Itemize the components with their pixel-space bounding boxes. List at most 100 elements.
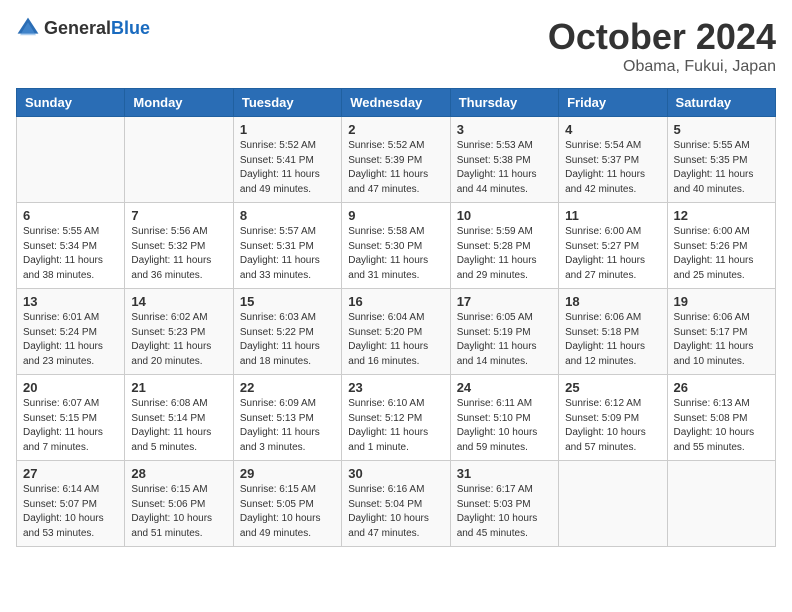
calendar-cell: 29Sunrise: 6:15 AM Sunset: 5:05 PM Dayli… (233, 461, 341, 547)
day-content: Sunrise: 5:52 AM Sunset: 5:39 PM Dayligh… (348, 139, 443, 197)
day-number: 7 (131, 208, 226, 223)
calendar-cell: 23 Sunrise: 6:10 AM Sunset: 5:12 PM Dayli… (342, 375, 450, 461)
day-number: 21 (131, 380, 226, 395)
day-number: 8 (240, 208, 335, 223)
day-number: 28 (131, 466, 226, 481)
day-number: 27 (23, 466, 118, 481)
calendar-cell: 28 Sunrise: 6:15 AM Sunset: 5:06 PM Dayli… (125, 461, 233, 547)
day-number: 13 (23, 294, 118, 309)
calendar-cell: 4Sunrise: 5:54 AM Sunset: 5:37 PM Daylig… (559, 117, 667, 203)
calendar-table: SundayMondayTuesdayWednesdayThursdayFrid… (16, 88, 776, 547)
calendar-cell: 31 Sunrise: 6:17 AM Sunset: 5:03 PM Dayli… (450, 461, 558, 547)
weekday-saturday: Saturday (667, 89, 775, 117)
weekday-sunday: Sunday (17, 89, 125, 117)
day-content: Sunrise: 6:12 AM Sunset: 5:09 PM Dayligh… (565, 397, 660, 455)
day-content: Sunrise: 6:10 AM Sunset: 5:12 PM Dayligh… (348, 397, 443, 455)
calendar-cell (125, 117, 233, 203)
day-content: Sunrise: 6:00 AM Sunset: 5:27 PM Dayligh… (565, 225, 660, 283)
day-number: 29 (240, 466, 335, 481)
calendar-cell: 22 Sunrise: 6:09 AM Sunset: 5:13 PM Dayli… (233, 375, 341, 461)
calendar-cell: 3 Sunrise: 5:53 AM Sunset: 5:38 PM Daylig… (450, 117, 558, 203)
calendar-cell: 13Sunrise: 6:01 AM Sunset: 5:24 PM Dayli… (17, 289, 125, 375)
day-number: 30 (348, 466, 443, 481)
day-content: Sunrise: 6:02 AM Sunset: 5:23 PM Dayligh… (131, 311, 226, 369)
day-number: 9 (348, 208, 443, 223)
weekday-friday: Friday (559, 89, 667, 117)
page-header: GeneralBlue October 2024 Obama, Fukui, J… (16, 16, 776, 76)
day-number: 3 (457, 122, 552, 137)
day-content: Sunrise: 6:09 AM Sunset: 5:13 PM Dayligh… (240, 397, 335, 455)
title-block: October 2024 Obama, Fukui, Japan (548, 16, 776, 76)
day-number: 11 (565, 208, 660, 223)
day-content: Sunrise: 6:00 AM Sunset: 5:26 PM Dayligh… (674, 225, 769, 283)
day-content: Sunrise: 6:13 AM Sunset: 5:08 PM Dayligh… (674, 397, 769, 455)
day-number: 22 (240, 380, 335, 395)
calendar-cell: 15Sunrise: 6:03 AM Sunset: 5:22 PM Dayli… (233, 289, 341, 375)
weekday-monday: Monday (125, 89, 233, 117)
calendar-cell: 18Sunrise: 6:06 AM Sunset: 5:18 PM Dayli… (559, 289, 667, 375)
day-number: 1 (240, 122, 335, 137)
day-content: Sunrise: 6:17 AM Sunset: 5:03 PM Dayligh… (457, 483, 552, 541)
day-content: Sunrise: 5:55 AM Sunset: 5:35 PM Dayligh… (674, 139, 769, 197)
weekday-tuesday: Tuesday (233, 89, 341, 117)
logo-general: General (44, 18, 111, 38)
calendar-cell: 19 Sunrise: 6:06 AM Sunset: 5:17 PM Dayli… (667, 289, 775, 375)
day-content: Sunrise: 6:06 AM Sunset: 5:17 PM Dayligh… (674, 311, 769, 369)
calendar-cell: 2 Sunrise: 5:52 AM Sunset: 5:39 PM Daylig… (342, 117, 450, 203)
calendar-title: October 2024 (548, 16, 776, 58)
day-content: Sunrise: 5:53 AM Sunset: 5:38 PM Dayligh… (457, 139, 552, 197)
calendar-cell: 30 Sunrise: 6:16 AM Sunset: 5:04 PM Dayli… (342, 461, 450, 547)
day-number: 23 (348, 380, 443, 395)
calendar-cell: 10Sunrise: 5:59 AM Sunset: 5:28 PM Dayli… (450, 203, 558, 289)
day-number: 16 (348, 294, 443, 309)
day-content: Sunrise: 6:08 AM Sunset: 5:14 PM Dayligh… (131, 397, 226, 455)
day-content: Sunrise: 6:11 AM Sunset: 5:10 PM Dayligh… (457, 397, 552, 455)
calendar-cell: 7 Sunrise: 5:56 AM Sunset: 5:32 PM Daylig… (125, 203, 233, 289)
day-number: 5 (674, 122, 769, 137)
day-content: Sunrise: 5:56 AM Sunset: 5:32 PM Dayligh… (131, 225, 226, 283)
day-number: 14 (131, 294, 226, 309)
day-number: 12 (674, 208, 769, 223)
weekday-wednesday: Wednesday (342, 89, 450, 117)
calendar-cell: 26 Sunrise: 6:13 AM Sunset: 5:08 PM Dayli… (667, 375, 775, 461)
week-row-4: 20 Sunrise: 6:07 AM Sunset: 5:15 PM Dayli… (17, 375, 776, 461)
calendar-cell: 6 Sunrise: 5:55 AM Sunset: 5:34 PM Daylig… (17, 203, 125, 289)
week-row-1: 1 Sunrise: 5:52 AM Sunset: 5:41 PM Daylig… (17, 117, 776, 203)
day-number: 31 (457, 466, 552, 481)
day-number: 2 (348, 122, 443, 137)
calendar-cell: 21 Sunrise: 6:08 AM Sunset: 5:14 PM Dayli… (125, 375, 233, 461)
calendar-cell: 14 Sunrise: 6:02 AM Sunset: 5:23 PM Dayli… (125, 289, 233, 375)
day-content: Sunrise: 6:14 AM Sunset: 5:07 PM Dayligh… (23, 483, 118, 541)
day-content: Sunrise: 6:15 AM Sunset: 5:06 PM Dayligh… (131, 483, 226, 541)
day-number: 19 (674, 294, 769, 309)
day-content: Sunrise: 5:58 AM Sunset: 5:30 PM Dayligh… (348, 225, 443, 283)
day-number: 26 (674, 380, 769, 395)
calendar-cell (667, 461, 775, 547)
day-number: 4 (565, 122, 660, 137)
logo-icon (16, 16, 40, 40)
calendar-cell: 11 Sunrise: 6:00 AM Sunset: 5:27 PM Dayli… (559, 203, 667, 289)
day-content: Sunrise: 6:04 AM Sunset: 5:20 PM Dayligh… (348, 311, 443, 369)
weekday-header-row: SundayMondayTuesdayWednesdayThursdayFrid… (17, 89, 776, 117)
day-content: Sunrise: 6:06 AM Sunset: 5:18 PM Dayligh… (565, 311, 660, 369)
day-content: Sunrise: 5:55 AM Sunset: 5:34 PM Dayligh… (23, 225, 118, 283)
calendar-subtitle: Obama, Fukui, Japan (548, 58, 776, 76)
day-content: Sunrise: 5:57 AM Sunset: 5:31 PM Dayligh… (240, 225, 335, 283)
logo-blue: Blue (111, 18, 150, 38)
week-row-5: 27 Sunrise: 6:14 AM Sunset: 5:07 PM Dayli… (17, 461, 776, 547)
calendar-cell: 8 Sunrise: 5:57 AM Sunset: 5:31 PM Daylig… (233, 203, 341, 289)
calendar-cell: 27 Sunrise: 6:14 AM Sunset: 5:07 PM Dayli… (17, 461, 125, 547)
logo: GeneralBlue (16, 16, 150, 40)
day-number: 10 (457, 208, 552, 223)
calendar-cell: 24Sunrise: 6:11 AM Sunset: 5:10 PM Dayli… (450, 375, 558, 461)
day-content: Sunrise: 6:16 AM Sunset: 5:04 PM Dayligh… (348, 483, 443, 541)
calendar-cell: 20 Sunrise: 6:07 AM Sunset: 5:15 PM Dayli… (17, 375, 125, 461)
calendar-cell: 12 Sunrise: 6:00 AM Sunset: 5:26 PM Dayli… (667, 203, 775, 289)
day-number: 20 (23, 380, 118, 395)
day-number: 6 (23, 208, 118, 223)
day-content: Sunrise: 6:05 AM Sunset: 5:19 PM Dayligh… (457, 311, 552, 369)
day-content: Sunrise: 6:07 AM Sunset: 5:15 PM Dayligh… (23, 397, 118, 455)
day-number: 25 (565, 380, 660, 395)
day-content: Sunrise: 5:52 AM Sunset: 5:41 PM Dayligh… (240, 139, 335, 197)
day-number: 17 (457, 294, 552, 309)
